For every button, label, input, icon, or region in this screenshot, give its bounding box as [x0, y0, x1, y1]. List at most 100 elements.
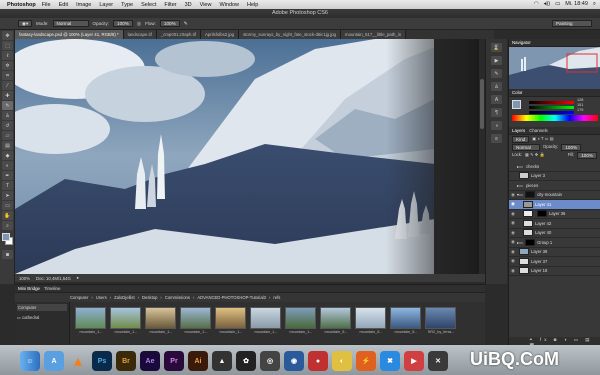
visibility-icon[interactable]: ◉ [511, 268, 517, 274]
healing-tool-icon[interactable]: ✚ [2, 91, 13, 100]
marquee-tool-icon[interactable]: ⬚ [2, 41, 13, 50]
paragraph-panel-icon[interactable]: ¶ [491, 108, 502, 117]
app-icon[interactable]: ✕ [428, 351, 448, 371]
thumbnail[interactable] [215, 307, 246, 329]
menu-type[interactable]: Type [121, 2, 133, 8]
tab-channels[interactable]: Channels [529, 128, 548, 133]
airbrush-icon[interactable]: ✎ [184, 21, 188, 27]
menu-3d[interactable]: 3D [185, 2, 192, 8]
folder-item[interactable]: ▭ cathedral [17, 315, 67, 320]
thumbnail[interactable] [110, 307, 141, 329]
path-select-tool-icon[interactable]: ➤ [2, 191, 13, 200]
blend-mode-select[interactable]: Normal [512, 144, 540, 151]
premiere-icon[interactable]: Pr [164, 351, 184, 371]
path-refs[interactable]: refs [273, 295, 280, 300]
status-arrow-icon[interactable]: ▸ [77, 275, 79, 281]
menu-layer[interactable]: Layer [99, 2, 113, 8]
visibility-icon[interactable]: ◉ [511, 201, 517, 207]
thumbnail[interactable] [145, 307, 176, 329]
menu-help[interactable]: Help [247, 2, 258, 8]
scroll-thumb[interactable] [480, 79, 484, 129]
menu-edit[interactable]: Edit [59, 2, 68, 8]
path-tutorial[interactable]: ADVANCED-PHOTOSHOP-Tutorial3 [197, 295, 266, 300]
thumbnail[interactable] [75, 307, 106, 329]
thumbnail[interactable] [285, 307, 316, 329]
character-panel-icon[interactable]: A [491, 95, 502, 104]
menu-select[interactable]: Select [141, 2, 156, 8]
quick-select-tool-icon[interactable]: ✲ [2, 61, 13, 70]
vlc-icon[interactable]: ▲ [68, 351, 88, 371]
illustrator-icon[interactable]: Ai [188, 351, 208, 371]
flow-field[interactable]: 100% [159, 20, 180, 27]
layer-opacity-field[interactable]: 100% [561, 144, 582, 151]
visibility-icon[interactable]: ◉ [511, 230, 517, 236]
app-icon[interactable]: ◉ [284, 351, 304, 371]
eyedropper-tool-icon[interactable]: ⁄ [2, 81, 13, 90]
volume-icon[interactable]: ◂)) [544, 1, 550, 8]
tab-aprilsfolbs2[interactable]: Aprilsfolbs2.jpg [200, 30, 240, 39]
tab-fantasy-landscape[interactable]: fantasy-landscape.psd @ 100% (Layer 41, … [15, 30, 124, 39]
path-user[interactable]: ZaloDjellist [114, 295, 134, 300]
sidebar-label[interactable]: Computer [17, 304, 67, 311]
visibility-icon[interactable]: ◉ [511, 220, 517, 226]
tab-mini-bridge[interactable]: Mini Bridge [18, 286, 40, 291]
visibility-icon[interactable]: ◉ [511, 258, 517, 264]
type-tool-icon[interactable]: T [2, 181, 13, 190]
blue-value[interactable]: 179 [577, 108, 583, 113]
layer-row[interactable]: ◉ ▾▭ city-mountain [509, 191, 600, 200]
path-desktop[interactable]: Desktop [142, 295, 157, 300]
brush-tool-icon[interactable]: ✎ [2, 101, 13, 110]
path-computer[interactable]: Computer [70, 295, 88, 300]
green-slider[interactable] [529, 106, 574, 109]
history-panel-icon[interactable]: ⌛ [491, 43, 502, 52]
workspace-select[interactable]: Painting [552, 20, 592, 27]
photoshop-icon[interactable]: Ps [92, 351, 112, 371]
menu-window[interactable]: Window [219, 2, 239, 8]
thumbnail[interactable] [180, 307, 211, 329]
crop-tool-icon[interactable]: ⌗ [2, 71, 13, 80]
clone-source-icon[interactable]: ♙ [491, 82, 502, 91]
app-icon[interactable]: ✿ [236, 351, 256, 371]
menu-image[interactable]: Image [76, 2, 91, 8]
pressure-opacity-icon[interactable]: ◎ [137, 21, 141, 27]
thumbnail[interactable] [390, 307, 421, 329]
properties-panel-icon[interactable]: ≡ [491, 134, 502, 143]
eraser-tool-icon[interactable]: ▱ [2, 131, 13, 140]
brush-panel-icon[interactable]: ✎ [491, 69, 502, 78]
color-ramp[interactable] [512, 115, 598, 121]
color-fg-swatch[interactable] [512, 100, 521, 109]
wifi-icon[interactable]: ◠ [534, 1, 539, 8]
layer-row[interactable]: ◉ Layer 37 [509, 257, 600, 267]
actions-panel-icon[interactable]: ▶ [491, 56, 502, 65]
quick-mask-icon[interactable]: ◙ [2, 250, 13, 259]
layer-row[interactable]: ▸▭ pieces [509, 181, 600, 191]
layer-row[interactable]: ◉ Layer 18 [509, 267, 600, 276]
filter-kind-select[interactable]: Kind [512, 136, 530, 143]
zoom-level[interactable]: 100% [19, 276, 30, 281]
spotlight-icon[interactable]: ⌕ [593, 1, 596, 8]
path-users[interactable]: Users [96, 295, 107, 300]
dodge-tool-icon[interactable]: ◐ [2, 161, 13, 170]
layer-row[interactable]: ◉ Layer 36 [509, 210, 600, 219]
tab-layers[interactable]: Layers [512, 128, 525, 133]
adjustments-panel-icon[interactable]: ◑ [491, 121, 502, 130]
thumbnail[interactable] [250, 307, 281, 329]
app-store-icon[interactable]: A [44, 351, 64, 371]
tab-timeline[interactable]: Timeline [44, 286, 60, 291]
brush-preset-picker[interactable]: ◉▾ [18, 20, 32, 27]
app-icon[interactable]: ● [308, 351, 328, 371]
layer-row[interactable]: ◉ Layer 42 [509, 219, 600, 229]
thumbnail[interactable] [355, 307, 386, 329]
blur-tool-icon[interactable]: ◆ [2, 151, 13, 160]
visibility-icon[interactable]: ◉ [511, 249, 517, 255]
foreground-color-swatch[interactable] [2, 233, 10, 241]
shape-tool-icon[interactable]: ▭ [2, 201, 13, 210]
layer-row[interactable]: ◉ Layer 40 [509, 229, 600, 238]
app-icon[interactable]: ▶ [404, 351, 424, 371]
menu-view[interactable]: View [200, 2, 212, 8]
app-icon[interactable]: ⚡ [356, 351, 376, 371]
tab-color[interactable]: Color [512, 90, 523, 95]
filter-icons[interactable]: ▣ ◑ T ▭ ▤ [532, 136, 553, 143]
gradient-tool-icon[interactable]: ▤ [2, 141, 13, 150]
hand-tool-icon[interactable]: ✋ [2, 211, 13, 220]
